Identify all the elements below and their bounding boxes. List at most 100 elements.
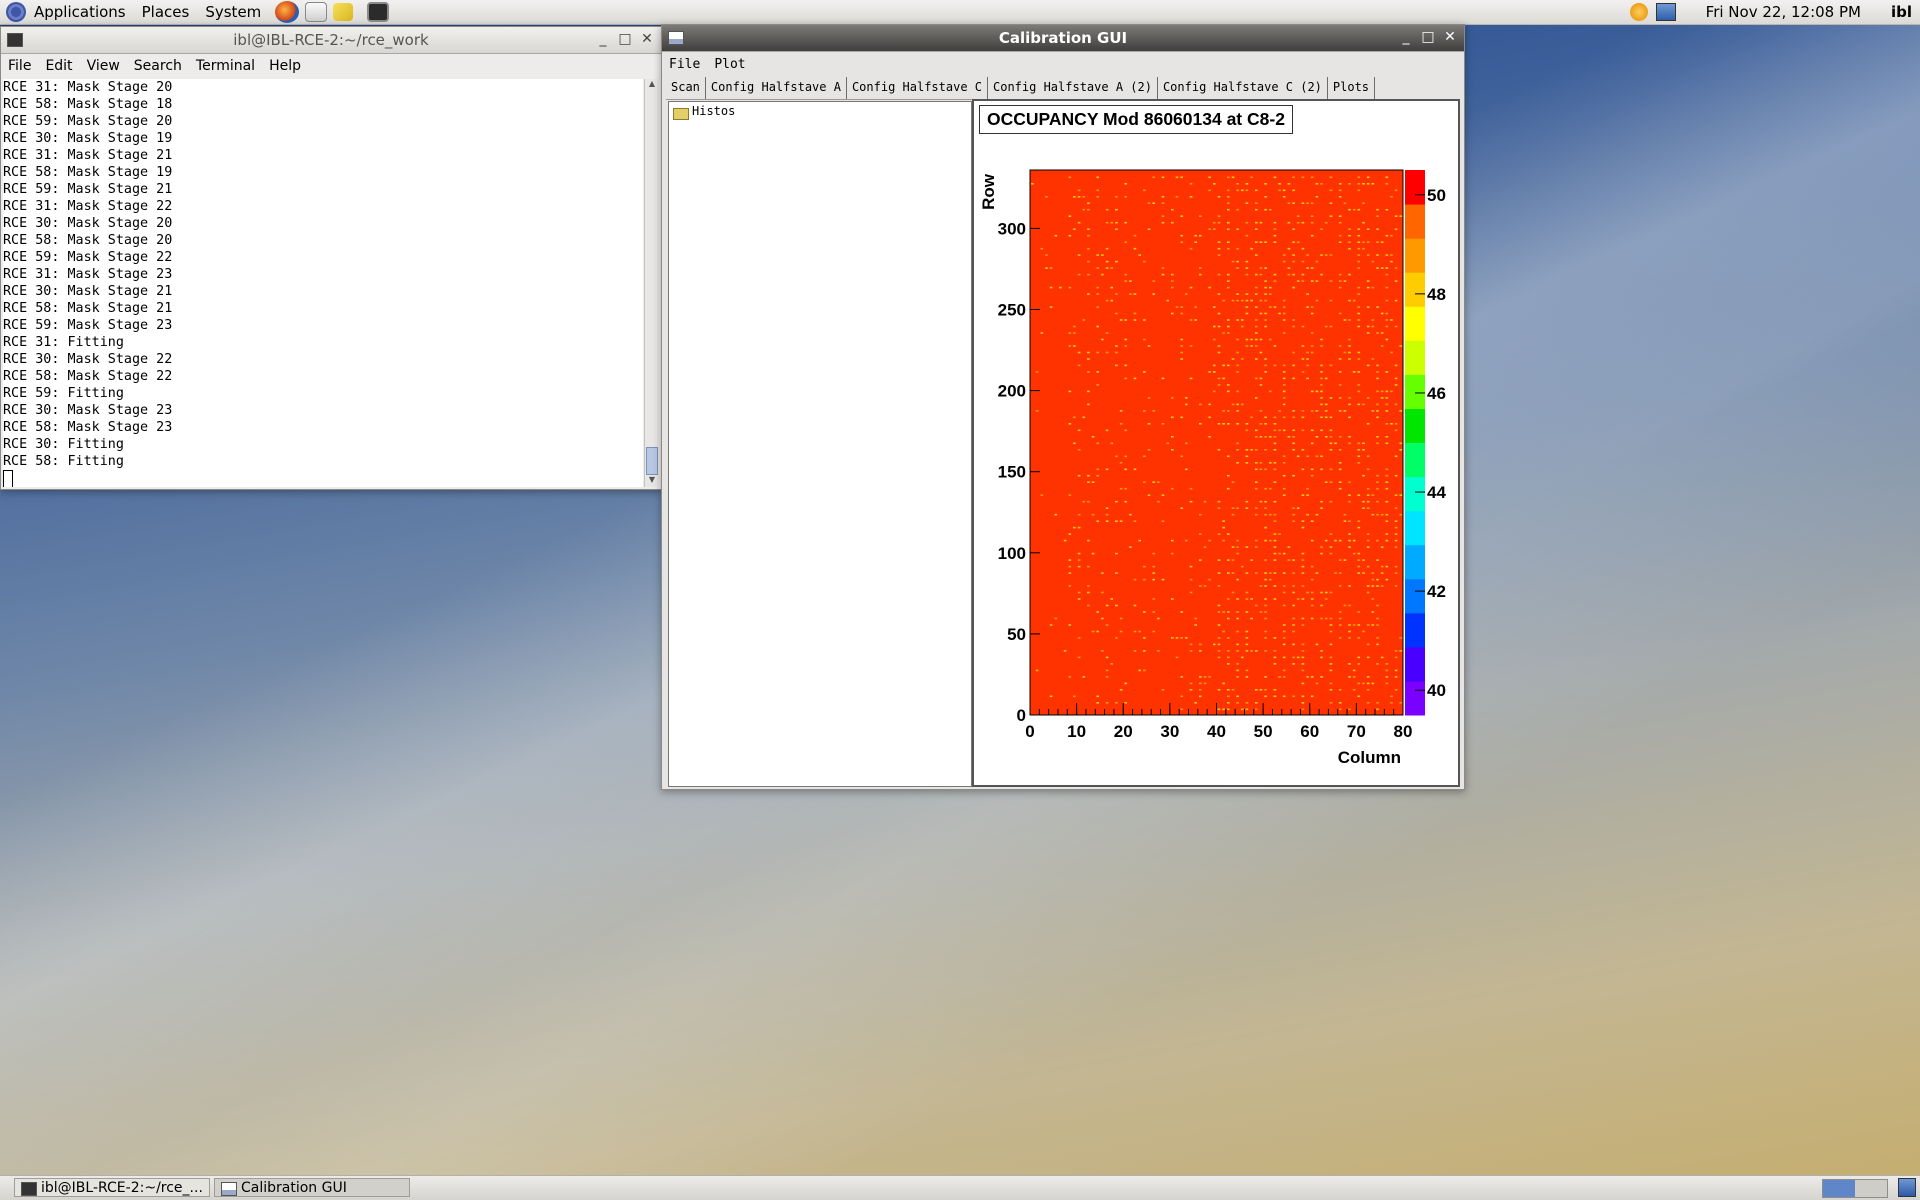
update-notifier-icon[interactable] [1629,3,1648,21]
heatmap-cell [1320,546,1323,548]
trash-icon[interactable] [1898,1178,1916,1197]
heatmap-cell [1217,293,1221,295]
firefox-icon[interactable] [275,1,300,23]
heatmap-cell [1329,643,1333,646]
workspace-1[interactable] [1823,1180,1855,1197]
heatmap-cell [1371,494,1375,496]
heatmap-cell [1073,442,1076,445]
user-menu[interactable]: ibl [1891,3,1912,21]
heatmap-cell [1068,585,1072,587]
heatmap-cell [1362,682,1365,685]
heatmap-cell [1385,513,1389,516]
heatmap-cell [1161,267,1165,269]
heatmap-cell [1273,695,1277,698]
heatmap-cell [1166,299,1169,302]
heatmap-cell [1306,254,1309,256]
menu-help[interactable]: Help [262,58,308,74]
heatmap-cell [1301,650,1305,652]
calibration-titlebar[interactable]: Calibration GUI _ □ ✕ [662,25,1464,52]
minimize-button[interactable]: _ [595,30,611,48]
terminal-launcher-icon[interactable] [367,2,390,22]
menu-file[interactable]: File [1,58,38,74]
close-button[interactable]: ✕ [1442,28,1458,46]
scroll-up-arrow-icon[interactable]: ▲ [645,79,659,91]
terminal-titlebar[interactable]: ibl@IBL-RCE-2:~/rce_work _ □ ✕ [1,27,661,54]
tab-scan[interactable]: Scan [666,77,706,99]
gnome-logo-icon[interactable] [6,2,26,22]
maximize-button[interactable]: □ [617,30,633,48]
heatmap-cell [1357,312,1361,315]
colorbar-tick-label: 44 [1427,483,1446,502]
heatmap-cell [1399,449,1403,451]
heatmap-cell [1380,267,1384,269]
heatmap-cell [1273,221,1277,224]
heatmap-cell [1292,410,1295,412]
heatmap-cell [1068,565,1072,568]
heatmap-cell [1394,377,1398,380]
tree-item-histos[interactable]: Histos [669,102,971,120]
heatmap-cell [1245,221,1249,224]
heatmap-cell [1306,267,1309,269]
tab-config-halfstave-a-2[interactable]: Config Halfstave A (2) [988,77,1158,99]
heatmap-cell [1273,228,1277,230]
menu-file[interactable]: File [662,57,707,72]
taskbar-item-label: ibl@IBL-RCE-2:~/rce_... [41,1180,203,1196]
network-icon[interactable] [1655,3,1676,21]
heatmap-cell [1264,449,1267,451]
heatmap-cell [1147,397,1151,399]
heatmap-cell [1264,196,1267,198]
heatmap-cell [1180,416,1183,419]
menu-terminal[interactable]: Terminal [189,58,262,74]
tab-config-halfstave-c-2[interactable]: Config Halfstave C (2) [1158,77,1328,99]
terminal-output[interactable]: RCE 31: Mask Stage 20 RCE 58: Mask Stage … [3,79,643,487]
heatmap-cell [1245,462,1249,464]
heatmap-cell [1269,436,1272,438]
mail-icon[interactable] [305,2,328,22]
system-menu[interactable]: System [197,0,269,24]
heatmap-cell [1096,384,1099,386]
terminal-scrollbar[interactable]: ▲ ▼ [644,79,659,487]
heatmap-cell [1073,345,1076,347]
tab-config-halfstave-a[interactable]: Config Halfstave A [706,77,847,99]
heatmap-cell [1143,189,1146,192]
heatmap-cell [1399,702,1403,704]
text-editor-icon[interactable] [333,3,354,21]
taskbar-item-calibration[interactable]: Calibration GUI [214,1178,410,1197]
workspace-switcher[interactable] [1822,1179,1888,1198]
scroll-down-arrow-icon[interactable]: ▼ [645,475,659,487]
histogram-tree[interactable]: Histos [668,101,972,787]
minimize-button[interactable]: _ [1398,28,1414,46]
menu-view[interactable]: View [80,58,127,74]
heatmap-cell [1385,565,1389,568]
heatmap-cell [1250,598,1253,600]
tab-plots[interactable]: Plots [1327,77,1376,99]
heatmap-cell [1306,494,1309,496]
heatmap-cell [1133,234,1137,237]
heatmap-cell [1241,325,1244,328]
workspace-2[interactable] [1855,1180,1887,1197]
heatmap-cell [1348,234,1351,237]
scrollbar-thumb[interactable] [646,447,658,475]
heatmap-cell [1301,663,1305,665]
menu-edit[interactable]: Edit [38,58,79,74]
heatmap-cell [1227,228,1230,230]
maximize-button[interactable]: □ [1420,28,1436,46]
applications-menu[interactable]: Applications [26,0,134,24]
heatmap-cell [1348,351,1351,354]
clock[interactable]: Fri Nov 22, 12:08 PM [1706,3,1861,21]
occupancy-heatmap[interactable]: 0 10 20 30 40 50 60 70 80 0 50 100 150 200 250 300 Colum… [974,101,1458,785]
places-menu[interactable]: Places [134,0,198,24]
taskbar-item-terminal[interactable]: ibl@IBL-RCE-2:~/rce_... [14,1178,210,1197]
heatmap-cell [1329,468,1333,471]
tab-config-halfstave-c[interactable]: Config Halfstave C [847,77,988,99]
heatmap-cell [1399,410,1403,412]
menu-plot[interactable]: Plot [707,57,752,72]
heatmap-cell [1357,208,1361,211]
plot-canvas[interactable]: OCCUPANCY Mod 86060134 at C8-2 0 10 20 30 40… [972,99,1460,787]
heatmap-cell [1245,202,1249,204]
heatmap-cell [1199,682,1202,685]
close-button[interactable]: ✕ [639,30,655,48]
menu-search[interactable]: Search [127,58,189,74]
heatmap-cell [1362,559,1365,561]
heatmap-cell [1259,273,1263,276]
